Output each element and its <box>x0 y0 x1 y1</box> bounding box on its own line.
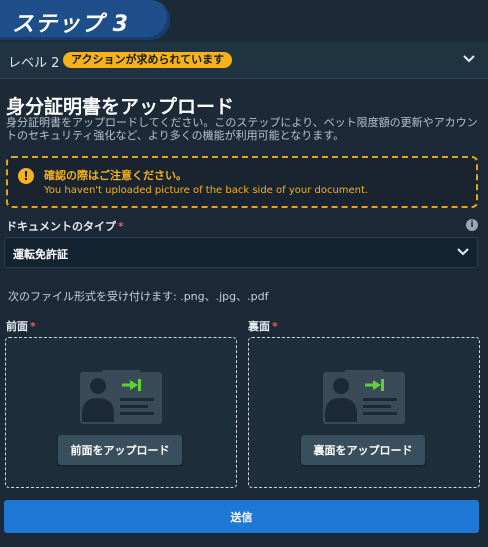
level-label: レベル 2 <box>8 56 60 71</box>
submit-button[interactable]: 送信 <box>4 500 479 533</box>
page-title: 身分証明書をアップロード <box>6 96 235 118</box>
document-type-label-text: ドキュメントのタイプ <box>6 220 116 233</box>
front-label-text: 前面 <box>6 320 28 333</box>
back-label-text: 裏面 <box>248 320 270 333</box>
back-upload-dropzone[interactable]: 裏面をアップロード <box>248 337 480 488</box>
warning-notice: ! 確認の際はご注意ください。 You haven't uploaded pic… <box>6 156 478 208</box>
accepted-formats-text: 次のファイル形式を受け付けます: .png、.jpg、.pdf <box>8 290 269 303</box>
document-type-selected-value: 運転免許証 <box>13 248 68 261</box>
required-mark: * <box>30 320 36 333</box>
step-header-tab: ステップ 3 <box>0 0 170 40</box>
front-upload-dropzone[interactable]: 前面をアップロード <box>5 337 237 488</box>
warning-title: 確認の際はご注意ください。 <box>44 169 187 182</box>
required-mark: * <box>118 220 124 233</box>
front-label: 前面 * <box>6 318 36 334</box>
chevron-down-icon[interactable] <box>462 54 476 64</box>
back-label: 裏面 * <box>248 318 278 334</box>
chevron-down-icon <box>457 248 469 256</box>
action-required-badge: アクションが求められています <box>63 52 233 68</box>
id-card-icon <box>323 370 405 424</box>
page-description: 身分証明書をアップロードしてください。このステップにより、ベット限度額の更新やア… <box>6 116 478 142</box>
step-title: ステップ 3 <box>12 12 129 37</box>
level-accordion-header[interactable]: レベル 2 アクションが求められています <box>0 42 488 79</box>
required-mark: * <box>272 320 278 333</box>
upload-front-button[interactable]: 前面をアップロード <box>58 435 182 465</box>
upload-back-button[interactable]: 裏面をアップロード <box>301 435 425 465</box>
exclamation-icon: ! <box>18 168 34 184</box>
warning-message: You haven't uploaded picture of the back… <box>44 185 369 196</box>
document-type-label: ドキュメントのタイプ * <box>6 218 124 234</box>
info-icon[interactable]: i <box>466 219 478 231</box>
document-type-select[interactable]: 運転免許証 <box>4 237 478 268</box>
id-card-icon <box>80 370 162 424</box>
